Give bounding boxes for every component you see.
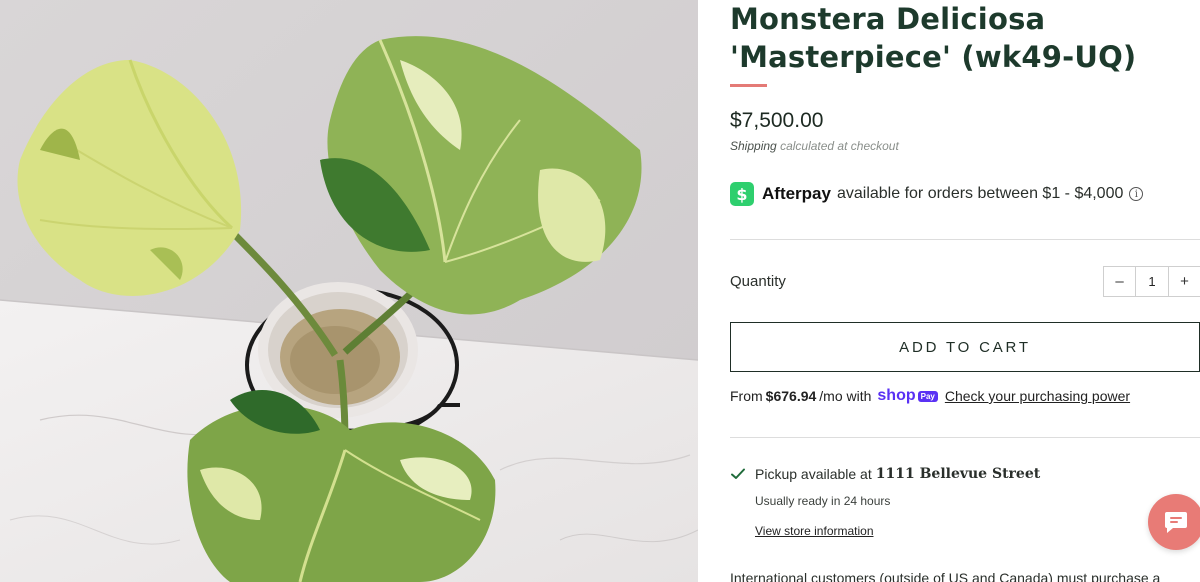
- quantity-label: Quantity: [730, 273, 786, 290]
- pickup-prefix: Pickup available at: [755, 466, 872, 482]
- afterpay-brand: Afterpay: [762, 184, 831, 203]
- shipping-link[interactable]: Shipping: [730, 139, 777, 153]
- pickup-ready-text: Usually ready in 24 hours: [755, 494, 891, 508]
- quantity-decrement-button[interactable]: –: [1104, 267, 1135, 296]
- pickup-row: Pickup available at 1111 Bellevue Street: [730, 466, 1040, 482]
- shipping-text: calculated at checkout: [780, 139, 899, 153]
- product-price: $7,500.00: [730, 109, 824, 132]
- shop-pay-pill: Pay: [917, 390, 938, 402]
- add-to-cart-button[interactable]: ADD TO CART: [730, 322, 1200, 372]
- divider: [730, 239, 1200, 240]
- store-info-link[interactable]: View store information: [755, 524, 874, 538]
- quantity-input[interactable]: 1: [1135, 267, 1169, 296]
- purchasing-power-link[interactable]: Check your purchasing power: [945, 388, 1130, 404]
- shipping-note: Shipping calculated at checkout: [730, 139, 899, 153]
- quantity-increment-button[interactable]: +: [1169, 267, 1200, 296]
- international-note: International customers (outside of US a…: [730, 570, 1161, 582]
- shop-pay-suffix: /mo with: [819, 388, 872, 404]
- product-image[interactable]: [0, 0, 698, 582]
- product-details: Monstera Deliciosa 'Masterpiece' (wk49-U…: [730, 0, 1200, 582]
- quantity-stepper: – 1 +: [1103, 266, 1200, 297]
- check-icon: [731, 468, 745, 479]
- afterpay-text: available for orders between $1 - $4,000: [836, 185, 1124, 202]
- chat-button[interactable]: [1148, 494, 1200, 550]
- product-title: Monstera Deliciosa 'Masterpiece' (wk49-U…: [730, 2, 1137, 74]
- shop-pay-amount: $676.94: [765, 388, 817, 404]
- chat-bubble-icon: [1165, 512, 1187, 533]
- shop-pay-logo: shop: [877, 387, 916, 404]
- shop-pay-prefix: From: [730, 388, 763, 404]
- divider: [730, 437, 1200, 438]
- afterpay-dollar-icon: $: [730, 182, 754, 206]
- afterpay-row: $ Afterpay available for orders between …: [730, 181, 1144, 207]
- info-icon[interactable]: i: [1129, 187, 1144, 201]
- pickup-location: 1111 Bellevue Street: [875, 466, 1041, 482]
- title-accent-rule: [730, 84, 767, 87]
- shop-pay-row: From $676.94 /mo with shop Pay Check you…: [730, 386, 1130, 406]
